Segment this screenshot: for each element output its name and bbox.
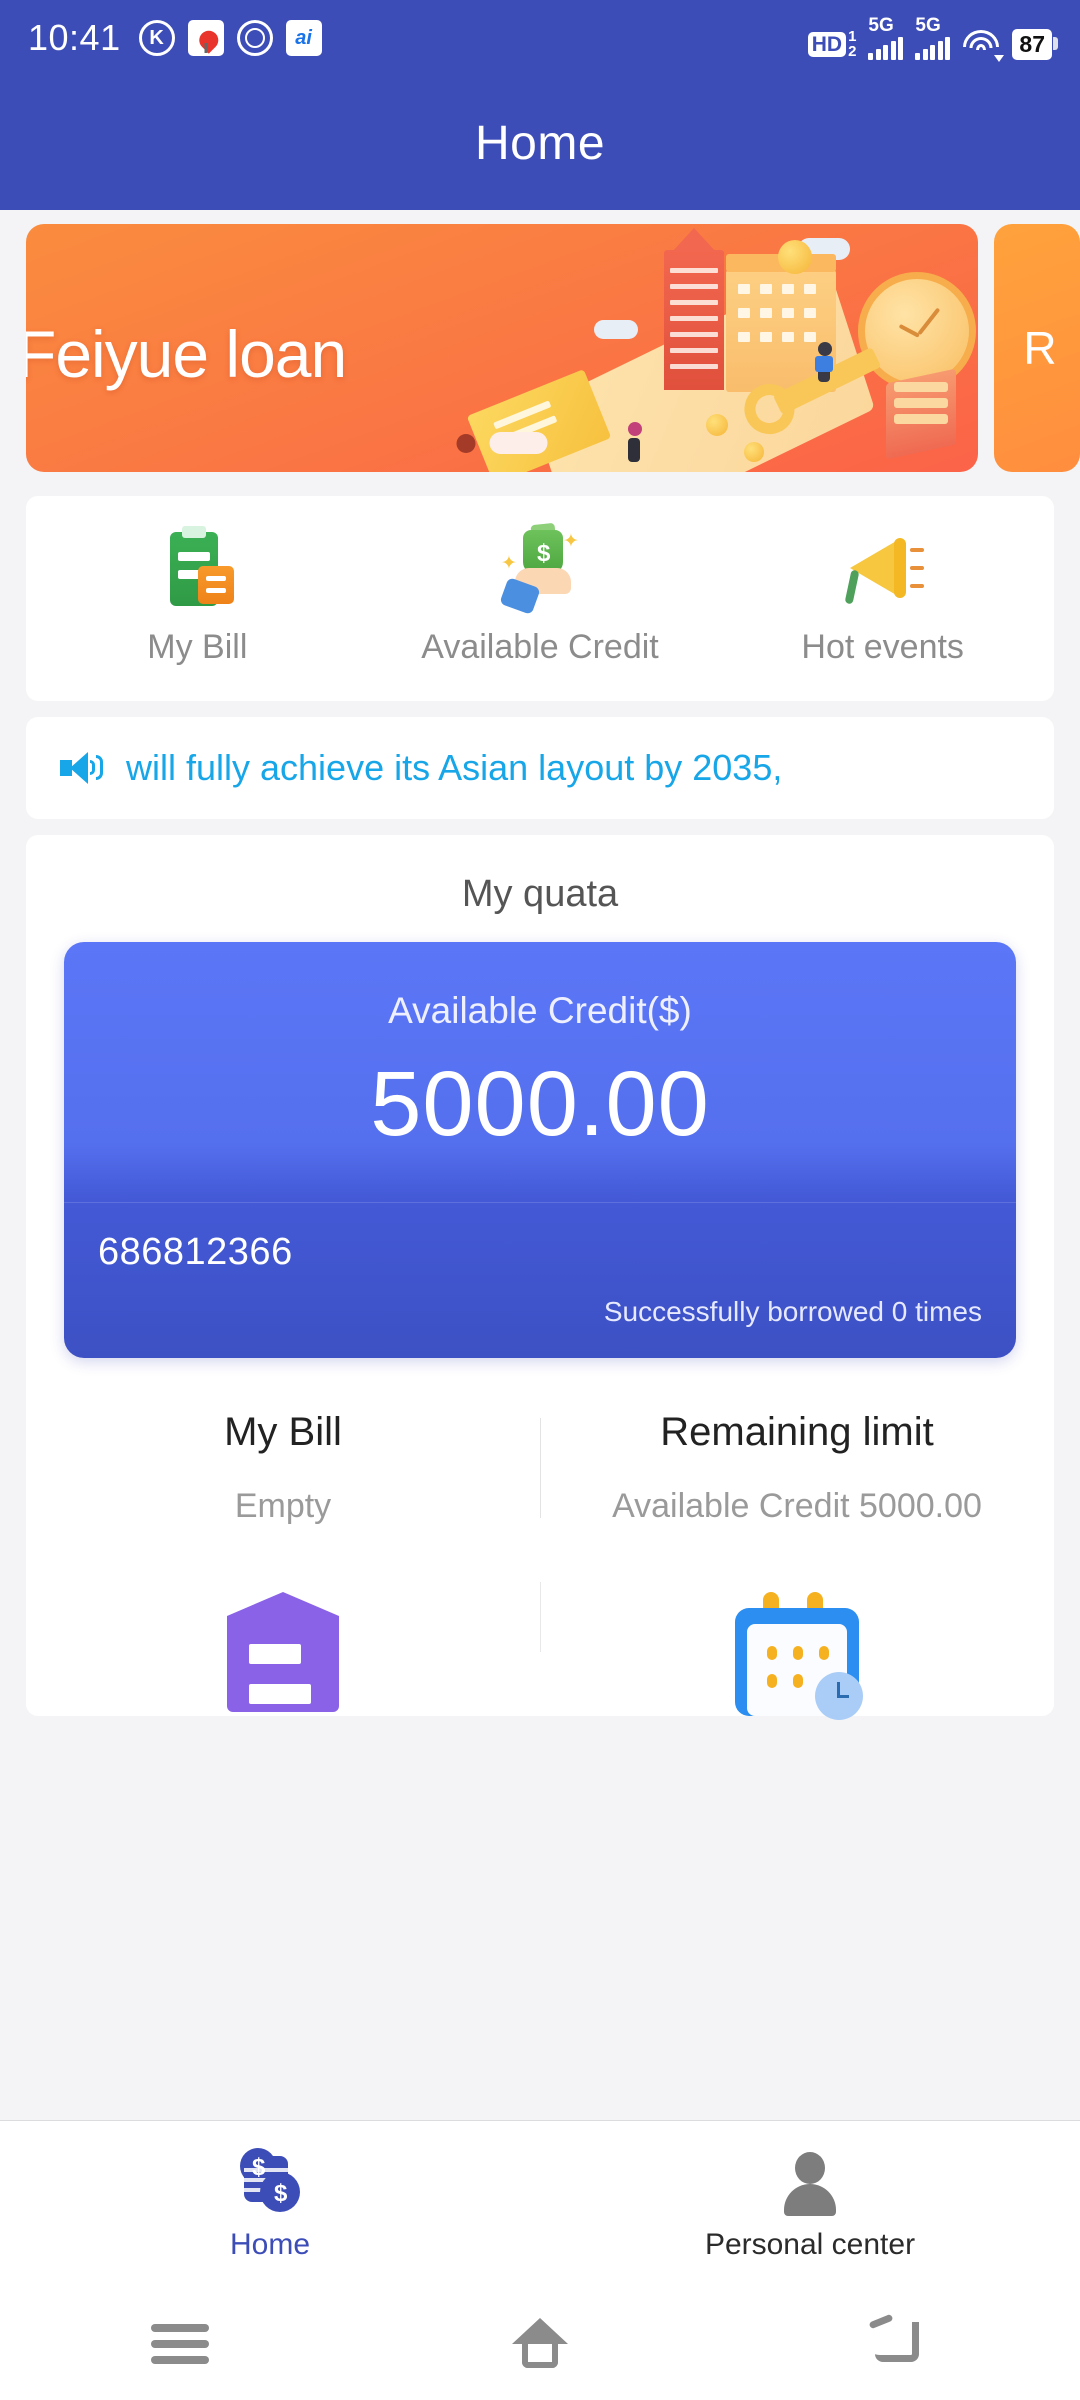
quick-action-available-credit[interactable]: $ ✦ ✦ Available Credit [369, 522, 712, 667]
quota-section-title: My quata [461, 873, 619, 915]
status-bar-clock: 10:41 [28, 17, 121, 58]
bill-icon [154, 526, 240, 612]
announcement-text: will fully achieve its Asian layout by 2… [126, 747, 783, 788]
user-icon [774, 2148, 846, 2220]
credit-card-borrow-count: Successfully borrowed 0 times [603, 1296, 982, 1327]
stat-value: Available Credit 5000.00 [612, 1487, 982, 1525]
status-bar: 10:41 K ai HD 1 2 5G 5G 87 [0, 0, 1080, 76]
blue-app-icon: ai [285, 20, 322, 56]
carousel-dot-inactive[interactable] [456, 433, 476, 453]
credit-card-account-number: 686812366 [98, 1231, 293, 1273]
menu-icon[interactable] [145, 2316, 215, 2372]
hand-circle-icon [236, 20, 273, 56]
wifi-icon [962, 30, 1005, 62]
credit-balance-card[interactable]: Available Credit($) 5000.00 686812366 Su… [64, 942, 1016, 1358]
credit-card-label: Available Credit($) [388, 990, 692, 1031]
back-icon[interactable] [865, 2313, 935, 2372]
quota-stats-row: My Bill Empty Remaining limit Available … [26, 1358, 1054, 1572]
banner-next-slide-label: R [1023, 322, 1057, 374]
money-hand-icon: $ ✦ ✦ [497, 522, 583, 615]
quick-action-label: Available Credit [421, 628, 659, 666]
tab-label: Home [229, 2227, 311, 2261]
banner-next-slide[interactable]: R [994, 224, 1080, 472]
app-header: Home [0, 76, 1080, 210]
speaker-icon [60, 750, 104, 786]
app-screen: 10:41 K ai HD 1 2 5G 5G 87 Home R Feiyue… [0, 0, 1080, 2400]
credit-card-amount: 5000.00 [370, 1053, 710, 1155]
home-icon[interactable] [505, 2316, 575, 2372]
tab-home[interactable]: $ $ Home [0, 2121, 540, 2288]
coins-icon: $ $ [234, 2147, 306, 2220]
hd-volte-icon: HD 1 2 [807, 28, 856, 61]
android-navigation-bar [0, 2288, 1080, 2400]
shield-document-icon [227, 1592, 339, 1712]
stat-remaining-limit[interactable]: Remaining limit Available Credit 5000.00 [540, 1410, 1054, 1526]
quota-services-row [26, 1572, 1054, 1720]
signal-icon-sim1: 5G [868, 16, 904, 60]
banner-slide-active[interactable]: Feiyue loan [26, 224, 978, 472]
stat-title: Remaining limit [660, 1410, 934, 1454]
quick-action-label: Hot events [801, 628, 964, 666]
megaphone-icon [840, 526, 926, 612]
service-shield[interactable] [26, 1592, 540, 1716]
carousel-pagination[interactable] [456, 432, 548, 454]
quick-action-my-bill[interactable]: My Bill [26, 526, 369, 667]
stat-my-bill[interactable]: My Bill Empty [26, 1410, 540, 1526]
announcement-bar[interactable]: will fully achieve its Asian layout by 2… [26, 717, 1054, 819]
bottom-tab-bar: $ $ Home Personal center [0, 2120, 1080, 2288]
banner-title: Feiyue loan [26, 317, 347, 391]
k-circle-icon: K [138, 20, 175, 56]
quota-card: My quata Available Credit($) 5000.00 686… [26, 835, 1054, 1720]
quick-action-hot-events[interactable]: Hot events [711, 526, 1054, 667]
calendar-clock-icon [735, 1592, 863, 1720]
page-title: Home [474, 116, 606, 170]
map-pin-icon [187, 20, 224, 56]
tab-personal-center[interactable]: Personal center [540, 2121, 1080, 2288]
service-calendar[interactable] [540, 1582, 1054, 1720]
status-bar-system-icons: HD 1 2 5G 5G 87 [807, 16, 1058, 62]
quick-actions-card: My Bill $ ✦ ✦ Available Credit Hot event… [26, 496, 1054, 701]
stat-title: My Bill [224, 1410, 342, 1454]
status-bar-notification-icons: K ai [138, 20, 322, 56]
battery-indicator: 87 [1012, 29, 1058, 60]
banner-carousel[interactable]: R Feiyue loan [0, 210, 1080, 480]
tab-label: Personal center [704, 2227, 916, 2261]
stat-value: Empty [234, 1487, 332, 1525]
quick-action-label: My Bill [147, 628, 248, 666]
carousel-dot-active[interactable] [489, 432, 548, 454]
signal-icon-sim2: 5G [915, 16, 951, 60]
